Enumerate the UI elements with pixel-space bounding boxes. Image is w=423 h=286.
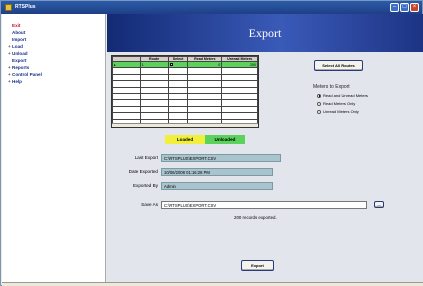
meters-to-export-group: Meters to Export Read and Unread Meters … [313, 84, 391, 134]
radio-icon[interactable] [317, 109, 321, 114]
sidebar-menu: Exit About Import +Load +Unload Export +… [2, 14, 106, 284]
last-export-field: C:\RTSPLUS\EXPORT.CSV [161, 154, 281, 162]
page-banner: Export [107, 14, 423, 52]
app-window: RTSPlus – □ × Exit About Import +Load +U… [0, 0, 423, 286]
sidebar-item-about[interactable]: About [12, 30, 25, 35]
legend-unloaded: Unloaded [205, 135, 245, 144]
sidebar-item-load[interactable]: +Load [8, 44, 23, 49]
minimize-icon[interactable]: – [390, 3, 399, 12]
browse-button[interactable]: ... [374, 201, 384, 208]
select-checkbox[interactable]: ✓ [169, 62, 173, 67]
sidebar-item-help[interactable]: +Help [8, 79, 22, 84]
last-export-label: Last Export [134, 155, 158, 160]
meters-to-export-title: Meters to Export [313, 84, 350, 90]
page-title: Export [248, 26, 282, 40]
sidebar-item-reports[interactable]: +Reports [8, 65, 29, 70]
routes-grid[interactable]: Route Select Read Meters Unread Meters ▸… [111, 55, 259, 128]
close-icon[interactable]: × [410, 3, 419, 12]
title-bar: RTSPlus – □ × [1, 1, 422, 14]
save-as-input[interactable]: C:\RTSPLUS\EXPORT.CSV [161, 201, 367, 209]
window-horizontal-scrollbar[interactable] [2, 282, 423, 286]
grid-horizontal-scrollbar[interactable] [112, 123, 258, 127]
sidebar-item-exit[interactable]: Exit [12, 23, 20, 28]
select-all-routes-button[interactable]: Select All Routes [314, 60, 363, 71]
main-panel: Export Route Select Read Meters Unread M… [107, 14, 423, 284]
legend-loaded: Loaded [165, 135, 205, 144]
status-message: 200 records exported. [234, 215, 277, 220]
app-icon [5, 4, 12, 11]
window-title: RTSPlus [15, 4, 36, 10]
save-as-label: Save As [141, 202, 158, 207]
maximize-icon[interactable]: □ [400, 3, 409, 12]
export-button[interactable]: Export [241, 260, 274, 271]
radio-unread-only[interactable]: Unread Meters Only [317, 109, 359, 114]
date-exported-label: Date Exported [128, 169, 158, 174]
exported-by-field: Admin [161, 182, 273, 190]
exported-by-label: Exported By [132, 183, 158, 188]
radio-icon[interactable] [317, 101, 321, 106]
sidebar-item-import[interactable]: Import [12, 37, 26, 42]
radio-selected-icon[interactable] [317, 93, 321, 98]
sidebar-item-control-panel[interactable]: +Control Panel [8, 72, 42, 77]
radio-read-only[interactable]: Read Meters Only [317, 101, 355, 106]
sidebar-item-export[interactable]: Export [12, 58, 27, 63]
date-exported-field: 10/06/2008 01:16:28 PM [161, 168, 273, 176]
sidebar-item-unload[interactable]: +Unload [8, 51, 28, 56]
radio-read-and-unread[interactable]: Read and Unread Meters [317, 93, 368, 98]
